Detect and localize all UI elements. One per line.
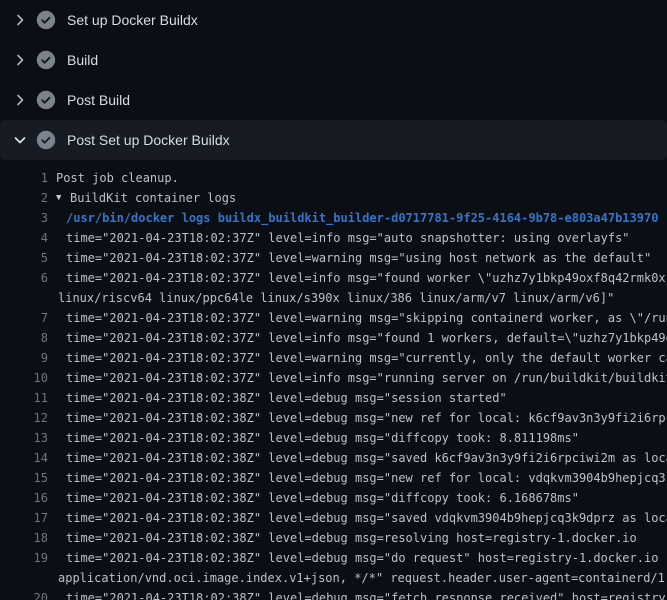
chevron-right-icon [12, 52, 28, 68]
log-line: 19 time="2021-04-23T18:02:38Z" level=deb… [0, 548, 667, 568]
step-title: Post Build [67, 90, 130, 110]
log-line: 16 time="2021-04-23T18:02:38Z" level=deb… [0, 488, 667, 508]
line-number[interactable]: 17 [0, 508, 48, 528]
log-line: 17 time="2021-04-23T18:02:38Z" level=deb… [0, 508, 667, 528]
chevron-right-icon [12, 12, 28, 28]
log-line: linux/riscv64 linux/ppc64le linux/s390x … [0, 288, 667, 308]
log-line: 10 time="2021-04-23T18:02:37Z" level=inf… [0, 368, 667, 388]
log-line: 3 /usr/bin/docker logs buildx_buildkit_b… [0, 208, 667, 228]
step-title: Build [67, 50, 98, 70]
log-text: time="2021-04-23T18:02:38Z" level=debug … [66, 588, 667, 600]
log-text: time="2021-04-23T18:02:38Z" level=debug … [66, 448, 667, 468]
chevron-right-icon [12, 92, 28, 108]
log-line: 18 time="2021-04-23T18:02:38Z" level=deb… [0, 528, 667, 548]
step-build[interactable]: Build [0, 40, 667, 80]
log-line: 6 time="2021-04-23T18:02:37Z" level=info… [0, 268, 667, 288]
log-text: time="2021-04-23T18:02:37Z" level=info m… [66, 328, 667, 348]
log-text: time="2021-04-23T18:02:37Z" level=info m… [66, 368, 667, 388]
log-line: 9 time="2021-04-23T18:02:37Z" level=warn… [0, 348, 667, 368]
line-number[interactable]: 15 [0, 468, 48, 488]
log-line: 13 time="2021-04-23T18:02:38Z" level=deb… [0, 428, 667, 448]
line-number[interactable]: 4 [0, 228, 48, 248]
step-list: Set up Docker Buildx Build Post Build [0, 0, 667, 160]
log-line: 8 time="2021-04-23T18:02:37Z" level=info… [0, 328, 667, 348]
check-circle-icon [36, 90, 56, 110]
line-number [0, 288, 48, 308]
log-line: 5 time="2021-04-23T18:02:37Z" level=warn… [0, 248, 667, 268]
check-circle-icon [36, 10, 56, 30]
log-line: 14 time="2021-04-23T18:02:38Z" level=deb… [0, 448, 667, 468]
step-title: Set up Docker Buildx [67, 10, 198, 30]
chevron-down-icon [12, 132, 28, 148]
log-text: time="2021-04-23T18:02:38Z" level=debug … [66, 408, 667, 428]
log-line: 7 time="2021-04-23T18:02:37Z" level=warn… [0, 308, 667, 328]
log-line: 15 time="2021-04-23T18:02:38Z" level=deb… [0, 468, 667, 488]
log-text: time="2021-04-23T18:02:38Z" level=debug … [66, 528, 637, 548]
log-text: time="2021-04-23T18:02:37Z" level=warnin… [66, 308, 667, 328]
group-toggle-icon[interactable]: ▼ [56, 188, 68, 208]
line-number[interactable]: 10 [0, 368, 48, 388]
step-set-up-docker-buildx[interactable]: Set up Docker Buildx [0, 0, 667, 40]
log-line: 2 ▼ BuildKit container logs [0, 188, 667, 208]
log-text: time="2021-04-23T18:02:38Z" level=debug … [66, 488, 579, 508]
log-text: time="2021-04-23T18:02:38Z" level=debug … [66, 468, 667, 488]
log-text: /usr/bin/docker logs buildx_buildkit_bui… [66, 208, 658, 228]
line-number[interactable]: 6 [0, 268, 48, 288]
log-text: time="2021-04-23T18:02:37Z" level=warnin… [66, 248, 651, 268]
log-text: application/vnd.oci.image.index.v1+json,… [58, 568, 667, 588]
log-text: Post job cleanup. [56, 168, 179, 188]
log-line: 11 time="2021-04-23T18:02:38Z" level=deb… [0, 388, 667, 408]
log-line: 20 time="2021-04-23T18:02:38Z" level=deb… [0, 588, 667, 600]
line-number[interactable]: 19 [0, 548, 48, 568]
log-text: linux/riscv64 linux/ppc64le linux/s390x … [58, 288, 614, 308]
line-number[interactable]: 14 [0, 448, 48, 468]
line-number[interactable]: 5 [0, 248, 48, 268]
log-text: time="2021-04-23T18:02:37Z" level=info m… [66, 268, 667, 288]
line-number[interactable]: 13 [0, 428, 48, 448]
line-number[interactable]: 12 [0, 408, 48, 428]
log-text: time="2021-04-23T18:02:37Z" level=warnin… [66, 348, 667, 368]
line-number[interactable]: 11 [0, 388, 48, 408]
log-line: application/vnd.oci.image.index.v1+json,… [0, 568, 667, 588]
step-post-set-up-docker-buildx[interactable]: Post Set up Docker Buildx [0, 120, 667, 160]
line-number[interactable]: 8 [0, 328, 48, 348]
line-number[interactable]: 20 [0, 588, 48, 600]
check-circle-icon [36, 50, 56, 70]
log-text: BuildKit container logs [70, 188, 236, 208]
step-post-build[interactable]: Post Build [0, 80, 667, 120]
log-text: time="2021-04-23T18:02:38Z" level=debug … [66, 388, 507, 408]
log-line: 12 time="2021-04-23T18:02:38Z" level=deb… [0, 408, 667, 428]
log-area: 1 Post job cleanup. 2 ▼ BuildKit contain… [0, 160, 667, 600]
line-number [0, 568, 48, 588]
workflow-log-panel: Set up Docker Buildx Build Post Build [0, 0, 667, 600]
log-text: time="2021-04-23T18:02:38Z" level=debug … [66, 548, 667, 568]
check-circle-icon [36, 130, 56, 150]
line-number[interactable]: 1 [0, 168, 48, 188]
line-number[interactable]: 3 [0, 208, 48, 228]
log-text: time="2021-04-23T18:02:37Z" level=info m… [66, 228, 630, 248]
log-text: time="2021-04-23T18:02:38Z" level=debug … [66, 508, 667, 528]
line-number[interactable]: 2 [0, 188, 48, 208]
line-number[interactable]: 18 [0, 528, 48, 548]
line-number[interactable]: 7 [0, 308, 48, 328]
line-number[interactable]: 9 [0, 348, 48, 368]
line-number[interactable]: 16 [0, 488, 48, 508]
log-line: 1 Post job cleanup. [0, 168, 667, 188]
log-text: time="2021-04-23T18:02:38Z" level=debug … [66, 428, 579, 448]
step-title: Post Set up Docker Buildx [67, 130, 230, 150]
log-line: 4 time="2021-04-23T18:02:37Z" level=info… [0, 228, 667, 248]
